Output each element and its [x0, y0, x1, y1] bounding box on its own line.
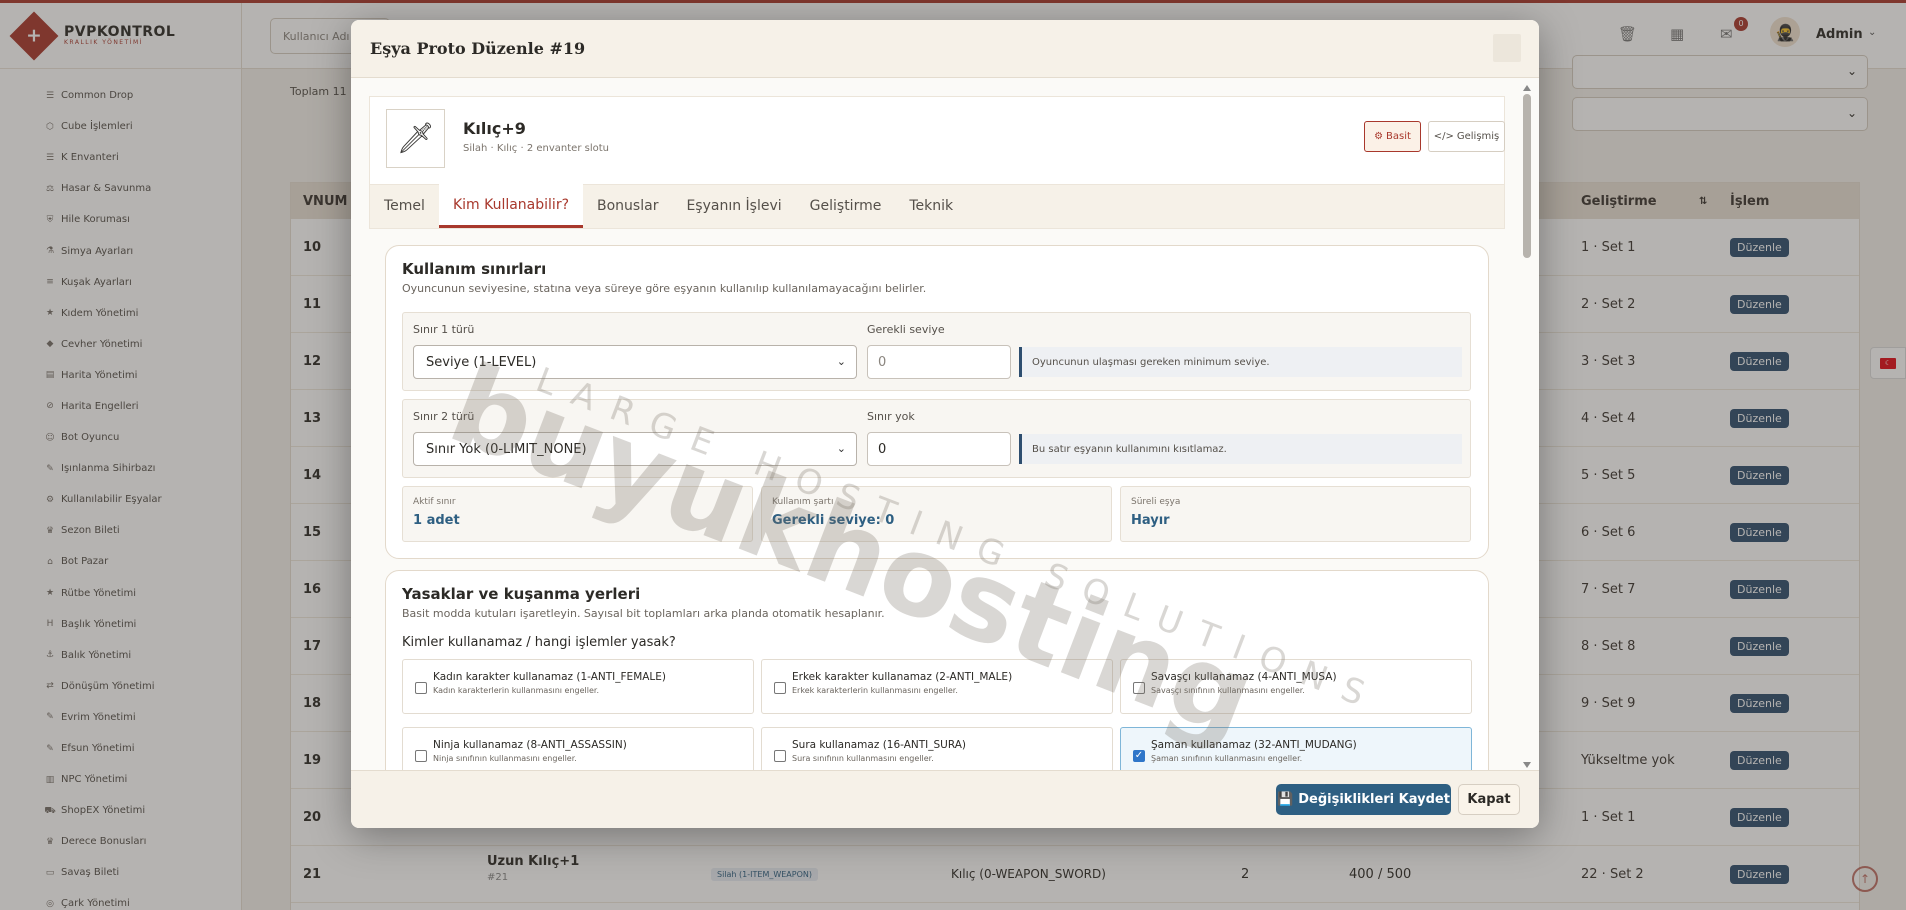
ban-desc: Kadın karakterlerin kullanmasını engelle…	[433, 686, 600, 695]
ban-checkbox-card[interactable]: Sura kullanamaz (16-ANTI_SURA) Sura sınıf…	[761, 727, 1113, 770]
sword-icon: 🗡	[386, 109, 445, 168]
ban-title: Şaman kullanamaz (32-ANTI_MUDANG)	[1151, 739, 1357, 751]
ban-checkbox-card[interactable]: Savaşçı kullanamaz (4-ANTI_MUSA) Savaşçı …	[1120, 659, 1472, 714]
ban-desc: Erkek karakterlerin kullanmasını engelle…	[792, 686, 958, 695]
limits-panel: Kullanım sınırları Oyuncunun seviyesine,…	[385, 245, 1489, 559]
bans-title: Yasaklar ve kuşanma yerleri	[402, 585, 641, 603]
limit1-value-input[interactable]: 0	[867, 345, 1011, 379]
ban-checkbox-card[interactable]: ✓ Şaman kullanamaz (32-ANTI_MUDANG) Şaman …	[1120, 727, 1472, 770]
limit1-type-select[interactable]: Seviye (1-LEVEL) ⌄	[413, 345, 857, 379]
ban-desc: Sura sınıfının kullanmasını engeller.	[792, 754, 934, 763]
limit-row-1: Sınır 1 türü Seviye (1-LEVEL) ⌄ Gerekli s…	[402, 312, 1471, 391]
close-icon[interactable]: x	[1493, 34, 1521, 62]
modal-body: 🗡 Kılıç+9 Silah · Kılıç · 2 envanter slo…	[351, 78, 1539, 770]
chevron-down-icon: ⌄	[836, 442, 846, 455]
limit1-type-label: Sınır 1 türü	[413, 323, 475, 336]
limit1-value-label: Gerekli seviye	[867, 323, 945, 336]
ban-title: Erkek karakter kullanamaz (2-ANTI_MALE)	[792, 671, 1013, 683]
ban-checkbox-card[interactable]: Ninja kullanamaz (8-ANTI_ASSASSIN) Ninja …	[402, 727, 754, 770]
modal-header: Eşya Proto Düzenle #19 x	[351, 20, 1539, 78]
checkbox[interactable]	[415, 682, 427, 694]
scroll-down-icon[interactable]	[1523, 762, 1531, 768]
limits-title: Kullanım sınırları	[402, 260, 547, 278]
tab-1[interactable]: Kim Kullanabilir?	[438, 184, 584, 228]
save-button[interactable]: 💾 Değişiklikleri Kaydet	[1276, 784, 1451, 815]
ban-checkbox-card[interactable]: Kadın karakter kullanamaz (1-ANTI_FEMALE…	[402, 659, 754, 714]
scroll-thumb[interactable]	[1523, 94, 1531, 258]
limit2-value-input[interactable]: 0	[867, 432, 1011, 466]
item-name: Kılıç+9	[463, 119, 526, 138]
tab-0[interactable]: Temel	[370, 184, 439, 228]
limit2-type-label: Sınır 2 türü	[413, 410, 475, 423]
stat-timed-item: Süreli eşya Hayır	[1120, 486, 1471, 542]
close-button[interactable]: Kapat	[1458, 784, 1520, 815]
edit-item-modal: Eşya Proto Düzenle #19 x 🗡 Kılıç+9 Silah…	[351, 20, 1539, 828]
limits-desc: Oyuncunun seviyesine, statına veya sürey…	[402, 282, 927, 295]
modal-title: Eşya Proto Düzenle #19	[370, 39, 586, 58]
modal-tabs: Temel Kim Kullanabilir? Bonuslar Eşyanın İş…	[369, 184, 1505, 229]
mode-gelismis-button[interactable]: </> Gelişmiş	[1428, 121, 1505, 152]
ban-title: Kadın karakter kullanamaz (1-ANTI_FEMALE…	[433, 671, 667, 683]
ban-desc: Savaşçı sınıfının kullanmasını engeller.	[1151, 686, 1305, 695]
modal-scrollbar[interactable]	[1523, 85, 1531, 768]
checkbox[interactable]	[1133, 682, 1145, 694]
ban-checkbox-card[interactable]: Erkek karakter kullanamaz (2-ANTI_MALE) E…	[761, 659, 1113, 714]
bans-question: Kimler kullanamaz / hangi işlemler yasak…	[402, 635, 676, 650]
code-icon: </>	[1433, 131, 1454, 142]
chevron-down-icon: ⌄	[836, 355, 846, 368]
checkbox[interactable]	[774, 750, 786, 762]
item-meta: Silah · Kılıç · 2 envanter slotu	[463, 143, 609, 154]
item-summary-card: 🗡 Kılıç+9 Silah · Kılıç · 2 envanter slo…	[369, 96, 1505, 184]
mode-basit-button[interactable]: ⚙ Basit	[1364, 121, 1421, 152]
ban-title: Ninja kullanamaz (8-ANTI_ASSASSIN)	[433, 739, 627, 751]
scroll-up-icon[interactable]	[1523, 85, 1531, 91]
limit-row-2: Sınır 2 türü Sınır Yok (0-LIMIT_NONE) ⌄ S…	[402, 399, 1471, 478]
ban-desc: Şaman sınıfının kullanmasını engeller.	[1151, 754, 1303, 763]
checkbox[interactable]	[415, 750, 427, 762]
checkbox[interactable]: ✓	[1133, 750, 1145, 762]
bans-panel: Yasaklar ve kuşanma yerleri Basit modda …	[385, 570, 1489, 770]
tab-4[interactable]: Geliştirme	[796, 184, 896, 228]
limit-stats: Aktif sınır 1 adet Kullanım şartı Gerekli …	[402, 486, 1471, 542]
modal-footer: 💾 Değişiklikleri Kaydet Kapat	[351, 770, 1539, 828]
stat-usage-condition: Kullanım şartı Gerekli seviye: 0	[761, 486, 1112, 542]
tab-3[interactable]: Eşyanın İşlevi	[672, 184, 795, 228]
floppy-icon: 💾	[1277, 792, 1294, 807]
bans-desc: Basit modda kutuları işaretleyin. Sayısa…	[402, 607, 885, 620]
limit2-value-label: Sınır yok	[867, 410, 915, 423]
limit2-type-select[interactable]: Sınır Yok (0-LIMIT_NONE) ⌄	[413, 432, 857, 466]
stat-active-limit: Aktif sınır 1 adet	[402, 486, 753, 542]
gear-icon: ⚙	[1374, 131, 1384, 142]
limit2-hint: Bu satır eşyanın kullanımını kısıtlamaz.	[1019, 434, 1462, 464]
tab-5[interactable]: Teknik	[895, 184, 967, 228]
limit1-hint: Oyuncunun ulaşması gereken minimum seviy…	[1019, 347, 1462, 377]
ban-title: Savaşçı kullanamaz (4-ANTI_MUSA)	[1151, 671, 1337, 683]
checkbox[interactable]	[774, 682, 786, 694]
ban-title: Sura kullanamaz (16-ANTI_SURA)	[792, 739, 967, 751]
tab-2[interactable]: Bonuslar	[583, 184, 672, 228]
ban-desc: Ninja sınıfının kullanmasını engeller.	[433, 754, 577, 763]
